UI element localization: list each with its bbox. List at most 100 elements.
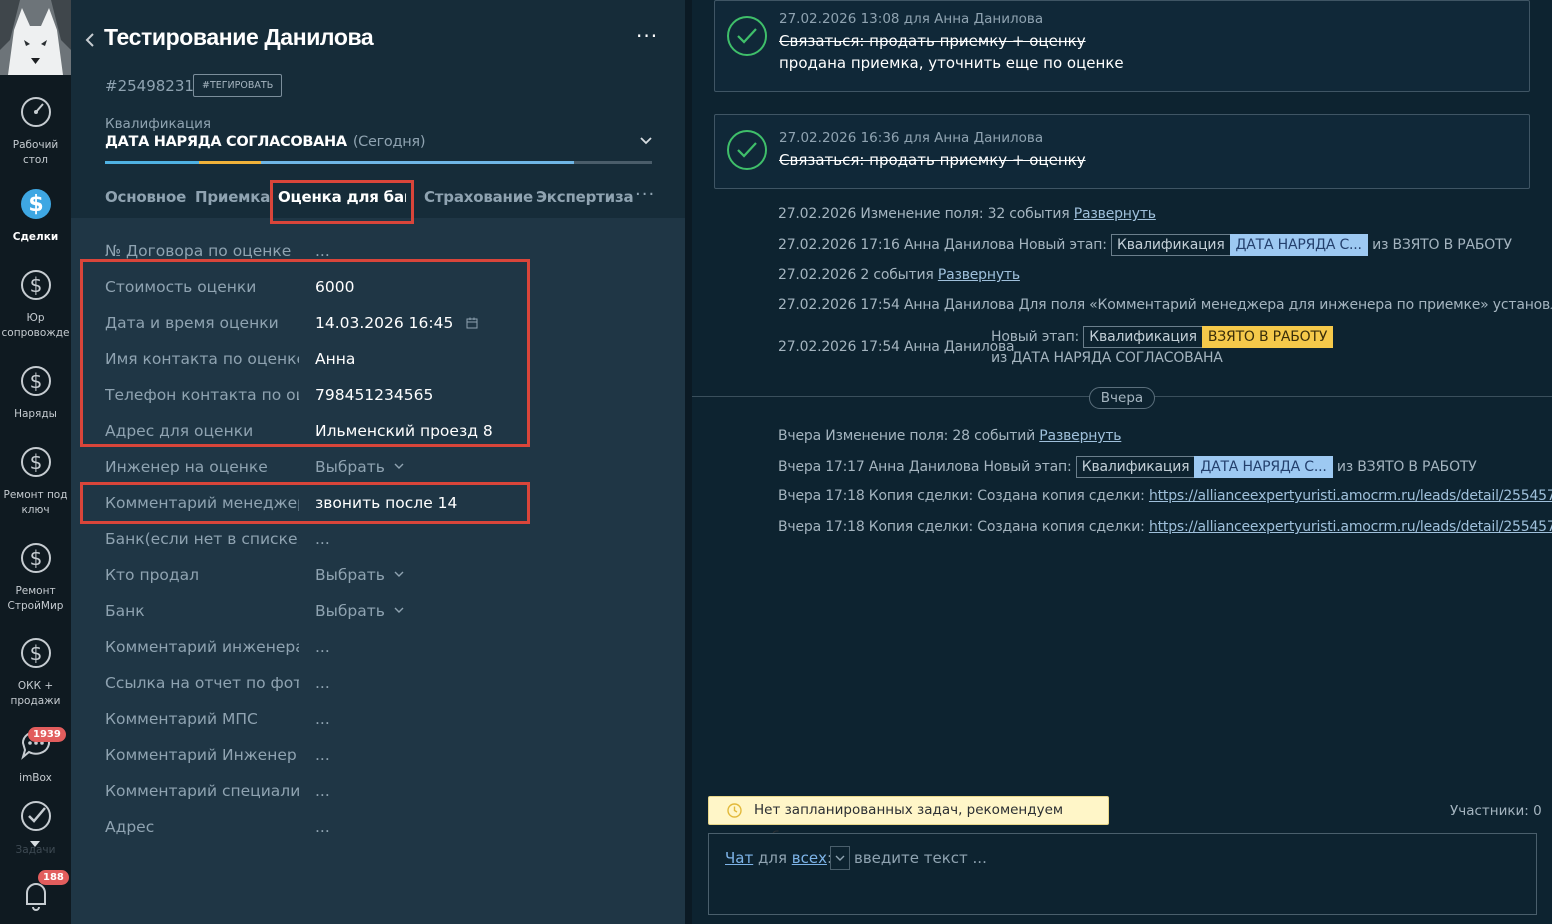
progress-segment [261, 161, 574, 164]
tab-bank-appraisal[interactable]: Оценка для банка [278, 188, 406, 206]
nav-label: Наряды [14, 408, 57, 420]
calendar-icon[interactable] [466, 317, 478, 329]
field-value[interactable]: ... [315, 782, 330, 800]
lead-title[interactable]: Тестирование Данилова [104, 24, 374, 51]
recipient-dropdown[interactable] [830, 846, 850, 870]
nav-item-tasks[interactable]: Задачи [0, 798, 71, 858]
task-meta: 27.02.2026 13:08 для Анна Данилова [779, 11, 1044, 27]
field-value[interactable]: ... [315, 818, 330, 836]
lead-copy-link[interactable]: https://allianceexpertyuristi.amocrm.ru/… [1149, 519, 1552, 535]
feed-event: 27.02.2026 Изменение поля: 32 события Ра… [778, 206, 1156, 222]
pipeline-status[interactable]: ДАТА НАРЯДА СОГЛАСОВАНА (Сегодня) [105, 134, 426, 150]
notifications-badge: 188 [38, 870, 69, 885]
field-value[interactable]: 798451234565 [315, 386, 433, 404]
feed-event[interactable]: 27.02.2026 17:54 Анна Данилова Для поля … [778, 297, 1552, 313]
field-value: Выбрать [315, 458, 385, 476]
field-contact-phone[interactable]: Телефон контакта по оценке 798451234565 [71, 378, 685, 414]
field-value[interactable]: 6000 [315, 278, 354, 296]
lead-copy-link[interactable]: https://allianceexpertyuristi.amocrm.ru/… [1149, 488, 1552, 504]
task-done-icon [727, 16, 767, 56]
field-photo-report-link[interactable]: Ссылка на отчет по фото оценки ... [71, 666, 685, 702]
nav-item-orders[interactable]: $ Наряды [0, 362, 71, 422]
user-avatar[interactable] [0, 0, 71, 75]
chat-composer[interactable]: Чат для всех: введите текст ... [708, 833, 1537, 915]
field-value-wrap[interactable]: 14.03.2026 16:45 [315, 314, 478, 332]
nav-label: ОКК + [17, 680, 54, 692]
field-engineer[interactable]: Инженер на оценке Выбрать [71, 450, 685, 486]
field-value[interactable]: ... [315, 710, 330, 728]
dollar-icon: $ [20, 543, 51, 573]
completed-task[interactable]: 27.02.2026 16:36 для Анна Данилова Связа… [714, 114, 1530, 189]
completed-task[interactable]: 27.02.2026 13:08 для Анна Данилова Связа… [714, 0, 1530, 92]
field-label: Инженер на оценке [105, 458, 268, 476]
field-value[interactable]: ... [315, 674, 330, 692]
wolf-avatar-icon [0, 0, 71, 75]
chevron-down-icon[interactable] [639, 136, 653, 146]
lead-card-header: Тестирование Данилова ··· #25498231 #ТЕГ… [71, 0, 685, 218]
nav-item-imbox[interactable]: imBox 1939 [0, 726, 71, 786]
field-contact-name[interactable]: Имя контакта по оценке Анна [71, 342, 685, 378]
task-done-icon [727, 130, 767, 170]
field-engineer-note[interactable]: Комментарий Инженер ... [71, 738, 685, 774]
field-specialist-comment[interactable]: Комментарий специалиста ... [71, 774, 685, 810]
field-value[interactable]: ... [315, 242, 330, 260]
field-value[interactable]: Анна [315, 350, 355, 368]
chat-type-link[interactable]: Чат [725, 849, 753, 867]
dollar-icon: $ [20, 447, 51, 477]
pipeline-name: Квалификация [105, 116, 212, 132]
nav-label: Сделки [12, 231, 59, 243]
field-appraisal-address[interactable]: Адрес для оценки Ильменский проезд 8 [71, 414, 685, 450]
field-value[interactable]: Ильменский проезд 8 [315, 422, 493, 440]
field-address[interactable]: Адрес ... [71, 810, 685, 846]
expand-link[interactable]: Развернуть [938, 267, 1020, 283]
field-sold-by[interactable]: Кто продал Выбрать [71, 558, 685, 594]
svg-text:$: $ [29, 641, 42, 665]
field-label: Банк(если нет в списке) [105, 530, 299, 548]
field-label: Комментарий менеджера для инженера [105, 494, 299, 512]
tag-button[interactable]: #ТЕГИРОВАТЬ [193, 74, 283, 97]
tab-insurance[interactable]: Страхование [424, 188, 533, 206]
field-mps-comment[interactable]: Комментарий МПС ... [71, 702, 685, 738]
svg-text:$: $ [29, 450, 42, 474]
field-engineer-comment[interactable]: Комментарий инженера оценка ... [71, 630, 685, 666]
feed-event: 27.02.2026 17:54 Анна Данилова [778, 339, 1015, 355]
field-select[interactable]: Выбрать [315, 602, 404, 620]
lead-more-menu[interactable]: ··· [636, 24, 658, 48]
field-appraisal-contract[interactable]: № Договора по оценке ... [71, 234, 685, 270]
field-value[interactable]: ... [315, 530, 330, 548]
progress-segment [105, 161, 199, 164]
nav-item-legal[interactable]: $ Юр сопровожде [0, 266, 71, 341]
expand-down-icon[interactable] [29, 840, 41, 848]
pipeline-stage: ДАТА НАРЯДА СОГЛАСОВАНА [105, 134, 347, 150]
chat-recipients-link[interactable]: всех [792, 849, 827, 867]
tabs-more-button[interactable]: ··· [635, 184, 655, 205]
back-arrow-icon[interactable] [83, 30, 97, 50]
expand-link[interactable]: Развернуть [1074, 206, 1156, 222]
field-value[interactable]: ... [315, 746, 330, 764]
nav-label: Юр [26, 312, 45, 324]
field-bank-custom[interactable]: Банк(если нет в списке) ... [71, 522, 685, 558]
nav-item-turnkey[interactable]: $ Ремонт под ключ [0, 443, 71, 518]
tab-main[interactable]: Основное [105, 188, 186, 206]
dollar-icon: $ [20, 366, 51, 396]
field-appraisal-datetime[interactable]: Дата и время оценки 14.03.2026 16:45 [71, 306, 685, 342]
field-select[interactable]: Выбрать [315, 458, 404, 476]
chat-input-placeholder[interactable]: введите текст ... [854, 849, 987, 867]
field-bank[interactable]: Банк Выбрать [71, 594, 685, 630]
field-select[interactable]: Выбрать [315, 566, 404, 584]
field-value[interactable]: ... [315, 638, 330, 656]
field-manager-comment[interactable]: Комментарий менеджера для инженера звони… [71, 486, 685, 522]
nav-item-dashboard[interactable]: Рабочий стол [0, 93, 71, 168]
participants-count[interactable]: Участники: 0 [1450, 803, 1542, 819]
expand-link[interactable]: Развернуть [1039, 428, 1121, 444]
field-value[interactable]: звонить после 14 [315, 494, 457, 512]
nav-item-stroymir[interactable]: $ Ремонт СтройМир [0, 539, 71, 614]
lead-id: #25498231 [105, 77, 194, 95]
field-appraisal-cost[interactable]: Стоимость оценки 6000 [71, 270, 685, 306]
nav-item-deals[interactable]: $ Сделки [0, 185, 71, 245]
tab-acceptance[interactable]: Приемка [195, 188, 270, 206]
chevron-down-icon [394, 607, 404, 613]
nav-item-okk[interactable]: $ ОКК + продажи [0, 634, 71, 709]
tab-expertise[interactable]: Экспертиза [536, 188, 634, 206]
nav-item-notifications[interactable]: 188 [0, 870, 71, 921]
